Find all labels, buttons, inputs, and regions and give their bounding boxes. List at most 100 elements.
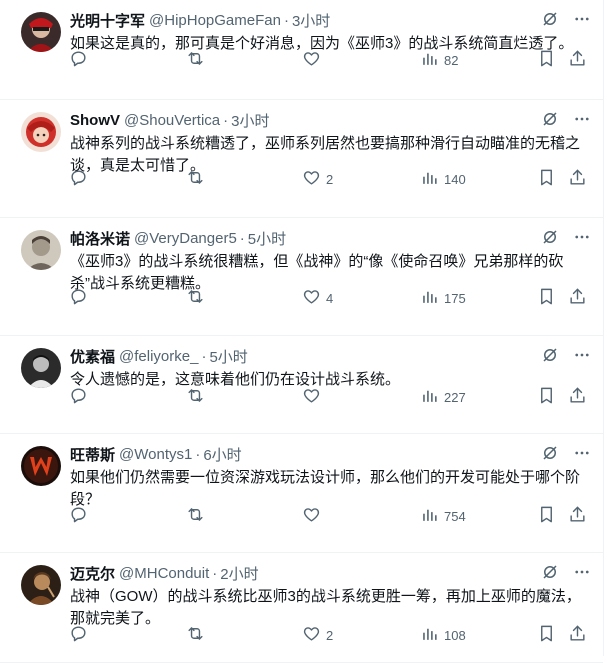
avatar[interactable]: [21, 112, 61, 152]
tweet-header: 迈克尔 @MHConduit · 2小时: [70, 563, 591, 583]
grok-icon[interactable]: [541, 10, 559, 32]
user-handle[interactable]: @feliyorke_: [119, 348, 198, 365]
avatar[interactable]: [21, 446, 61, 486]
avatar[interactable]: [21, 230, 61, 270]
repost-button[interactable]: [186, 501, 210, 531]
like-button[interactable]: [302, 501, 326, 531]
views-button[interactable]: 227: [420, 382, 466, 412]
avatar[interactable]: [21, 12, 61, 52]
avatar[interactable]: [21, 348, 61, 388]
display-name[interactable]: 优素福: [70, 346, 115, 367]
like-icon: [302, 505, 321, 527]
repost-icon: [186, 49, 205, 71]
tweet-header-actions: [541, 346, 591, 368]
share-button[interactable]: [568, 164, 587, 194]
bookmark-button[interactable]: [537, 164, 556, 194]
grok-icon[interactable]: [541, 346, 559, 368]
tweet-header-actions: [541, 110, 591, 132]
tweet[interactable]: 旺蒂斯 @Wontys1 · 6小时 如果他们仍然需要一位资深游戏玩法设计师，那么他们的…: [0, 434, 603, 553]
display-name[interactable]: 帕洛米诺: [70, 228, 130, 249]
views-button[interactable]: 82: [420, 45, 458, 75]
share-button[interactable]: [568, 283, 587, 313]
share-button[interactable]: [568, 501, 587, 531]
more-icon[interactable]: [573, 563, 591, 585]
timestamp[interactable]: 2小时: [220, 563, 258, 584]
more-icon[interactable]: [573, 110, 591, 132]
bookmark-button[interactable]: [537, 382, 556, 412]
repost-button[interactable]: [186, 620, 210, 650]
like-button[interactable]: [302, 45, 326, 75]
views-icon: [420, 168, 439, 190]
tweet[interactable]: 光明十字军 @HipHopGameFan · 3小时 如果这是真的，那可真是个好消息，因…: [0, 0, 603, 100]
views-count: 754: [444, 508, 466, 524]
reply-button[interactable]: [69, 283, 93, 313]
views-button[interactable]: 140: [420, 164, 466, 194]
timestamp[interactable]: 5小时: [248, 228, 286, 249]
bookmark-icon: [537, 49, 556, 71]
reply-button[interactable]: [69, 620, 93, 650]
tweet-header: ShowV @ShouVertica · 3小时: [70, 110, 591, 130]
bookmark-button[interactable]: [537, 45, 556, 75]
grok-icon[interactable]: [541, 110, 559, 132]
like-icon: [302, 49, 321, 71]
user-handle[interactable]: @HipHopGameFan: [149, 12, 281, 29]
views-button[interactable]: 175: [420, 283, 466, 313]
repost-button[interactable]: [186, 382, 210, 412]
user-handle[interactable]: @VeryDanger5: [134, 230, 237, 247]
reply-icon: [69, 624, 88, 646]
timestamp[interactable]: 3小时: [231, 110, 269, 131]
views-button[interactable]: 754: [420, 501, 466, 531]
reply-button[interactable]: [69, 45, 93, 75]
share-icon: [568, 287, 587, 309]
tweet-header: 帕洛米诺 @VeryDanger5 · 5小时: [70, 228, 591, 248]
share-button[interactable]: [568, 45, 587, 75]
user-handle[interactable]: @ShouVertica: [124, 112, 220, 129]
user-handle[interactable]: @MHConduit: [119, 565, 209, 582]
like-button[interactable]: 4: [302, 283, 333, 313]
display-name[interactable]: 旺蒂斯: [70, 444, 115, 465]
tweet[interactable]: 优素福 @feliyorke_ · 5小时 令人遗憾的是，这意味着他们仍在设计战斗系统。…: [0, 336, 603, 434]
avatar[interactable]: [21, 565, 61, 605]
share-button[interactable]: [568, 382, 587, 412]
reply-button[interactable]: [69, 501, 93, 531]
bookmark-button[interactable]: [537, 283, 556, 313]
timestamp[interactable]: 5小时: [209, 346, 247, 367]
tweet-header-actions: [541, 563, 591, 585]
bookmark-icon: [537, 505, 556, 527]
grok-icon[interactable]: [541, 228, 559, 250]
display-name[interactable]: 迈克尔: [70, 563, 115, 584]
views-button[interactable]: 108: [420, 620, 466, 650]
display-name[interactable]: ShowV: [70, 112, 120, 129]
repost-icon: [186, 505, 205, 527]
more-icon[interactable]: [573, 228, 591, 250]
user-handle[interactable]: @Wontys1: [119, 446, 192, 463]
like-button[interactable]: 2: [302, 620, 333, 650]
repost-button[interactable]: [186, 283, 210, 313]
reply-button[interactable]: [69, 382, 93, 412]
share-button[interactable]: [568, 620, 587, 650]
like-icon: [302, 624, 321, 646]
grok-icon[interactable]: [541, 444, 559, 466]
bookmark-button[interactable]: [537, 620, 556, 650]
views-icon: [420, 624, 439, 646]
bookmark-button[interactable]: [537, 501, 556, 531]
like-button[interactable]: 2: [302, 164, 333, 194]
grok-icon[interactable]: [541, 563, 559, 585]
tweet[interactable]: 迈克尔 @MHConduit · 2小时 战神（GOW）的战斗系统比巫师3的战斗系统更胜…: [0, 553, 603, 663]
share-icon: [568, 624, 587, 646]
repost-button[interactable]: [186, 164, 210, 194]
tweet[interactable]: ShowV @ShouVertica · 3小时 战神系列的战斗系统糟透了，巫师系列居然…: [0, 100, 603, 218]
more-icon[interactable]: [573, 346, 591, 368]
views-count: 82: [444, 52, 459, 68]
display-name[interactable]: 光明十字军: [70, 10, 145, 31]
separator-dot: ·: [212, 564, 218, 582]
separator-dot: ·: [223, 111, 229, 129]
repost-button[interactable]: [186, 45, 210, 75]
more-icon[interactable]: [573, 444, 591, 466]
timestamp[interactable]: 6小时: [203, 444, 241, 465]
like-button[interactable]: [302, 382, 326, 412]
more-icon[interactable]: [573, 10, 591, 32]
reply-button[interactable]: [69, 164, 93, 194]
timestamp[interactable]: 3小时: [292, 10, 330, 31]
tweet[interactable]: 帕洛米诺 @VeryDanger5 · 5小时 《巫师3》的战斗系统很糟糕，但《战神》的…: [0, 218, 603, 336]
